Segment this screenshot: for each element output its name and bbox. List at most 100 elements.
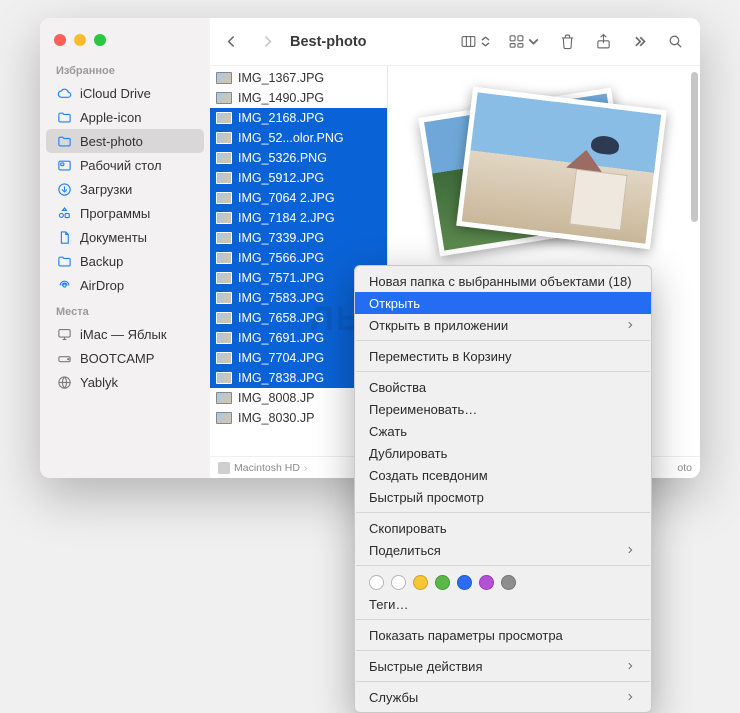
menu-item-label: Показать параметры просмотра xyxy=(369,628,563,643)
menu-separator xyxy=(356,512,650,513)
sidebar-item[interactable]: Backup xyxy=(40,249,210,273)
sidebar-item[interactable]: Best-photo xyxy=(46,129,204,153)
context-menu[interactable]: Новая папка с выбранными объектами (18)О… xyxy=(354,265,652,713)
menu-item[interactable]: Переместить в Корзину xyxy=(355,345,651,367)
sidebar-item-label: iCloud Drive xyxy=(80,86,151,101)
menu-item[interactable]: Теги… xyxy=(355,593,651,615)
menu-item-label: Открыть в приложении xyxy=(369,318,508,333)
display-icon xyxy=(56,326,72,342)
sidebar-item-label: Yablyk xyxy=(80,375,118,390)
sidebar-item[interactable]: Apple-icon xyxy=(40,105,210,129)
sidebar-item[interactable]: Документы xyxy=(40,225,210,249)
airdrop-icon xyxy=(56,277,72,293)
file-thumb-icon xyxy=(216,172,232,184)
sidebar-item[interactable]: iCloud Drive xyxy=(40,81,210,105)
tag-color[interactable] xyxy=(479,575,494,590)
file-thumb-icon xyxy=(216,192,232,204)
menu-item[interactable]: Скопировать xyxy=(355,517,651,539)
file-name: IMG_7184 2.JPG xyxy=(238,211,335,225)
file-row[interactable]: IMG_1490.JPG xyxy=(210,88,387,108)
file-thumb-icon xyxy=(216,92,232,104)
file-row[interactable]: IMG_52...olor.PNG xyxy=(210,128,387,148)
sidebar-item[interactable]: iMac — Яблык xyxy=(40,322,210,346)
file-row[interactable]: IMG_2168.JPG xyxy=(210,108,387,128)
file-thumb-icon xyxy=(216,392,232,404)
menu-item[interactable]: Новая папка с выбранными объектами (18) xyxy=(355,270,651,292)
file-name: IMG_52...olor.PNG xyxy=(238,131,344,145)
menu-item[interactable]: Показать параметры просмотра xyxy=(355,624,651,646)
chevron-right-icon xyxy=(625,543,637,558)
trash-button[interactable] xyxy=(552,29,582,55)
menu-separator xyxy=(356,681,650,682)
tag-color[interactable] xyxy=(457,575,472,590)
minimize-window[interactable] xyxy=(74,34,86,46)
window-controls xyxy=(40,28,210,60)
menu-item[interactable]: Открыть xyxy=(355,292,651,314)
menu-item[interactable]: Дублировать xyxy=(355,442,651,464)
forward-button[interactable] xyxy=(252,29,282,55)
menu-item-label: Дублировать xyxy=(369,446,447,461)
tag-color[interactable] xyxy=(413,575,428,590)
tag-color[interactable] xyxy=(369,575,384,590)
menu-item[interactable]: Свойства xyxy=(355,376,651,398)
zoom-window[interactable] xyxy=(94,34,106,46)
tag-color[interactable] xyxy=(391,575,406,590)
cloud-icon xyxy=(56,85,72,101)
back-button[interactable] xyxy=(216,29,246,55)
group-button[interactable] xyxy=(504,29,546,55)
menu-item[interactable]: Создать псевдоним xyxy=(355,464,651,486)
menu-item[interactable]: Службы xyxy=(355,686,651,708)
menu-item[interactable]: Переименовать… xyxy=(355,398,651,420)
sidebar: ИзбранноеiCloud DriveApple-iconBest-phot… xyxy=(40,18,210,478)
menu-item-label: Сжать xyxy=(369,424,407,439)
menu-item-label: Поделиться xyxy=(369,543,441,558)
tag-color[interactable] xyxy=(501,575,516,590)
file-row[interactable]: IMG_5326.PNG xyxy=(210,148,387,168)
file-thumb-icon xyxy=(216,232,232,244)
apps-icon xyxy=(56,205,72,221)
menu-item[interactable]: Открыть в приложении xyxy=(355,314,651,336)
file-row[interactable]: IMG_7064 2.JPG xyxy=(210,188,387,208)
file-row[interactable]: IMG_1367.JPG xyxy=(210,68,387,88)
menu-separator xyxy=(356,619,650,620)
preview-scrollbar[interactable] xyxy=(691,72,698,450)
sidebar-item[interactable]: Рабочий стол xyxy=(40,153,210,177)
file-name: IMG_7583.JPG xyxy=(238,291,324,305)
file-thumb-icon xyxy=(216,112,232,124)
tag-color[interactable] xyxy=(435,575,450,590)
file-row[interactable]: IMG_7184 2.JPG xyxy=(210,208,387,228)
sidebar-item[interactable]: BOOTCAMP xyxy=(40,346,210,370)
file-name: IMG_2168.JPG xyxy=(238,111,324,125)
sidebar-item-label: Программы xyxy=(80,206,150,221)
more-button[interactable] xyxy=(624,29,654,55)
file-thumb-icon xyxy=(216,292,232,304)
file-name: IMG_7704.JPG xyxy=(238,351,324,365)
path-root[interactable]: Macintosh HD xyxy=(234,462,300,474)
sidebar-item[interactable]: Yablyk xyxy=(40,370,210,394)
sidebar-item[interactable]: Загрузки xyxy=(40,177,210,201)
sidebar-item-label: iMac — Яблык xyxy=(80,327,167,342)
search-button[interactable] xyxy=(660,29,690,55)
sidebar-item[interactable]: AirDrop xyxy=(40,273,210,297)
menu-item[interactable]: Поделиться xyxy=(355,539,651,561)
file-thumb-icon xyxy=(216,352,232,364)
view-columns-button[interactable] xyxy=(456,29,498,55)
close-window[interactable] xyxy=(54,34,66,46)
chevron-right-icon xyxy=(625,318,637,333)
menu-item-label: Создать псевдоним xyxy=(369,468,488,483)
preview-thumbnail-stack xyxy=(428,94,658,259)
menu-item[interactable]: Быстрый просмотр xyxy=(355,486,651,508)
menu-item[interactable]: Быстрые действия xyxy=(355,655,651,677)
file-thumb-icon xyxy=(216,412,232,424)
menu-item[interactable]: Сжать xyxy=(355,420,651,442)
share-button[interactable] xyxy=(588,29,618,55)
menu-separator xyxy=(356,371,650,372)
sidebar-item-label: BOOTCAMP xyxy=(80,351,154,366)
file-name: IMG_1367.JPG xyxy=(238,71,324,85)
file-row[interactable]: IMG_5912.JPG xyxy=(210,168,387,188)
download-icon xyxy=(56,181,72,197)
menu-separator xyxy=(356,650,650,651)
file-row[interactable]: IMG_7339.JPG xyxy=(210,228,387,248)
file-thumb-icon xyxy=(216,272,232,284)
sidebar-item[interactable]: Программы xyxy=(40,201,210,225)
